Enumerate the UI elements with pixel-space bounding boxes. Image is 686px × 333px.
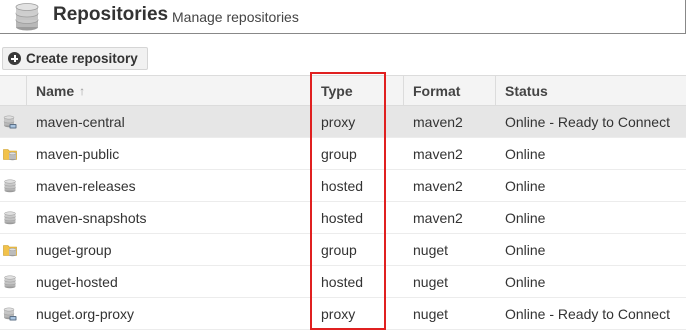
proxy-repository-icon	[0, 106, 27, 137]
cell-status: Online - Ready to Connect	[505, 113, 670, 130]
cell-status: Online	[505, 241, 546, 258]
column-header-status[interactable]: Status	[496, 76, 686, 105]
hosted-repository-icon	[0, 266, 27, 297]
hosted-repository-icon	[0, 202, 27, 233]
column-header-format-label: Format	[413, 82, 461, 99]
cell-format: maven2	[413, 113, 463, 130]
cell-name: maven-public	[36, 145, 120, 162]
table-row[interactable]: nuget-group group nuget Online	[0, 234, 686, 266]
table-row[interactable]: nuget.org-proxy proxy nuget Online - Ready …	[0, 298, 686, 330]
column-header-type[interactable]: Type	[312, 76, 404, 105]
cell-name: nuget.org-proxy	[36, 305, 135, 322]
column-header-icon	[0, 76, 27, 105]
page-header: Repositories Manage repositories	[0, 0, 686, 34]
cell-name: maven-central	[36, 113, 125, 130]
table-row[interactable]: maven-central proxy maven2 Online - Ready t…	[0, 106, 686, 138]
table-header-row: Name ↑ Type Format Status	[0, 75, 686, 106]
cell-format: nuget	[413, 305, 449, 322]
sort-up-arrow-icon: ↑	[79, 83, 86, 98]
page-subtitle: Manage repositories	[172, 9, 299, 25]
table-row[interactable]: maven-releases hosted maven2 Online	[0, 170, 686, 202]
cell-type: hosted	[321, 177, 364, 194]
cell-format: maven2	[413, 209, 463, 226]
cell-format: nuget	[413, 273, 449, 290]
create-repository-button[interactable]: Create repository	[2, 47, 148, 70]
table-row[interactable]: maven-public group maven2 Online	[0, 138, 686, 170]
group-repository-icon	[0, 234, 27, 265]
cell-status: Online	[505, 273, 546, 290]
cell-format: nuget	[413, 241, 449, 258]
cell-type: proxy	[321, 113, 356, 130]
header-divider	[0, 33, 686, 34]
column-header-name[interactable]: Name ↑	[27, 76, 312, 105]
cell-name: maven-releases	[36, 177, 136, 194]
cell-status: Online	[505, 209, 546, 226]
cell-status: Online	[505, 145, 546, 162]
cell-type: proxy	[321, 305, 356, 322]
cell-type: group	[321, 145, 357, 162]
cell-format: maven2	[413, 177, 463, 194]
cell-format: maven2	[413, 145, 463, 162]
table-row[interactable]: maven-snapshots hosted maven2 Online	[0, 202, 686, 234]
cell-name: nuget-group	[36, 241, 112, 258]
cell-status: Online	[505, 177, 546, 194]
column-header-status-label: Status	[505, 82, 548, 99]
cell-type: hosted	[321, 209, 364, 226]
cell-name: nuget-hosted	[36, 273, 118, 290]
table-body: maven-central proxy maven2 Online - Ready t…	[0, 106, 686, 330]
column-header-format[interactable]: Format	[404, 76, 496, 105]
repositories-table: Name ↑ Type Format Status maven-central p…	[0, 75, 686, 330]
cell-type: group	[321, 241, 357, 258]
column-header-name-label: Name	[36, 82, 75, 99]
column-header-type-label: Type	[321, 82, 353, 99]
cell-name: maven-snapshots	[36, 209, 147, 226]
hosted-repository-icon	[0, 170, 27, 201]
cell-type: hosted	[321, 273, 364, 290]
cell-status: Online - Ready to Connect	[505, 305, 670, 322]
group-repository-icon	[0, 138, 27, 169]
page-title: Repositories	[53, 4, 169, 25]
database-icon	[14, 2, 40, 32]
plus-circle-icon	[8, 52, 21, 65]
proxy-repository-icon	[0, 298, 27, 329]
table-row[interactable]: nuget-hosted hosted nuget Online	[0, 266, 686, 298]
create-repository-label: Create repository	[26, 51, 138, 66]
